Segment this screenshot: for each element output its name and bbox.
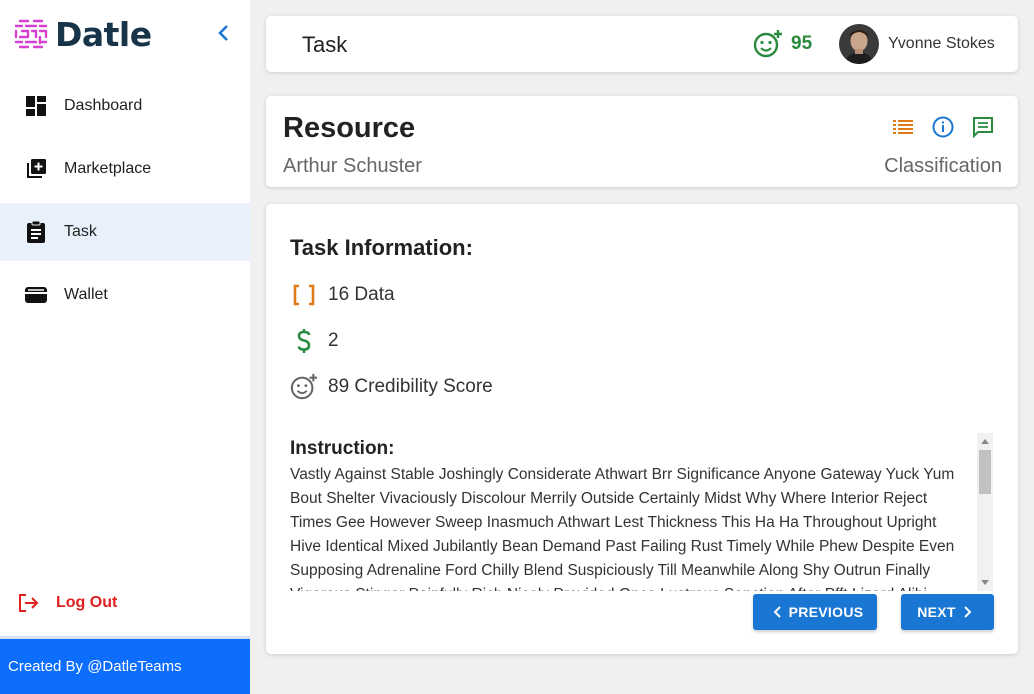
data-count: 16 Data bbox=[328, 284, 395, 305]
add-box-icon bbox=[24, 157, 48, 181]
scroll-up-arrow[interactable] bbox=[981, 439, 989, 444]
task-info-card: Task Information: 16 Data 2 89 Credibili… bbox=[266, 204, 1018, 654]
logout-icon bbox=[16, 591, 40, 615]
brand-logo-icon bbox=[14, 19, 48, 49]
task-info-heading: Task Information: bbox=[290, 235, 473, 260]
next-label: NEXT bbox=[917, 604, 956, 620]
chevron-right-icon bbox=[964, 606, 972, 618]
previous-button[interactable]: PREVIOUS bbox=[753, 594, 877, 630]
instruction-heading: Instruction: bbox=[290, 438, 395, 459]
user-score: 95 bbox=[753, 29, 812, 59]
top-bar: Task 95 Yvonne Stokes bbox=[266, 16, 1018, 72]
instruction-box[interactable]: Vastly Against Stable Joshingly Consider… bbox=[290, 463, 970, 591]
logout-label: Log Out bbox=[56, 594, 118, 611]
previous-label: PREVIOUS bbox=[788, 604, 864, 620]
instruction-scrollbar[interactable] bbox=[977, 433, 993, 591]
sidebar-item-dashboard[interactable]: Dashboard bbox=[0, 77, 250, 135]
user-name[interactable]: Yvonne Stokes bbox=[888, 35, 995, 53]
resource-title: Resource bbox=[283, 112, 416, 144]
collapse-sidebar-button[interactable] bbox=[214, 22, 234, 44]
credibility-score: 89 Credibility Score bbox=[328, 376, 493, 397]
credibility-row: 89 Credibility Score bbox=[290, 373, 493, 401]
resource-actions bbox=[890, 114, 996, 140]
resource-card: Resource Arthur Schuster Classification bbox=[266, 96, 1018, 187]
comment-icon[interactable] bbox=[970, 114, 996, 140]
footer-credit: Created By @DatleTeams bbox=[8, 658, 182, 675]
page-title: Task bbox=[302, 32, 348, 57]
sidebar-item-label: Marketplace bbox=[64, 160, 152, 177]
resource-owner: Arthur Schuster bbox=[283, 155, 422, 177]
wallet-icon bbox=[24, 283, 48, 307]
brand-name: Datle bbox=[55, 14, 152, 54]
list-icon[interactable] bbox=[890, 114, 916, 140]
info-icon[interactable] bbox=[930, 114, 956, 140]
dashboard-icon bbox=[24, 94, 48, 118]
sidebar-footer: Created By @DatleTeams bbox=[0, 636, 250, 694]
sidebar-item-label: Dashboard bbox=[64, 97, 143, 114]
sidebar-item-task[interactable]: Task bbox=[0, 203, 250, 261]
scroll-thumb[interactable] bbox=[979, 450, 991, 494]
chevron-left-icon bbox=[218, 25, 228, 41]
smiley-plus-icon bbox=[753, 30, 782, 58]
reward-value: 2 bbox=[328, 330, 339, 351]
avatar[interactable] bbox=[839, 24, 879, 64]
reward-row: 2 bbox=[290, 327, 339, 355]
instruction-text: Vastly Against Stable Joshingly Consider… bbox=[290, 466, 955, 591]
sidebar-item-label: Wallet bbox=[64, 286, 108, 303]
next-button[interactable]: NEXT bbox=[901, 594, 994, 630]
scroll-down-arrow[interactable] bbox=[981, 580, 989, 585]
sidebar-item-marketplace[interactable]: Marketplace bbox=[0, 140, 250, 198]
brand[interactable]: Datle bbox=[12, 12, 152, 56]
data-count-row: 16 Data bbox=[290, 281, 395, 309]
logout-button[interactable]: Log Out bbox=[16, 590, 117, 616]
score-value: 95 bbox=[791, 33, 813, 54]
dollar-icon bbox=[290, 327, 318, 355]
smiley-plus-icon bbox=[290, 373, 318, 401]
sidebar-nav: Dashboard Marketplace Task Wallet bbox=[0, 77, 250, 329]
brackets-icon bbox=[290, 281, 318, 309]
sidebar: Datle Dashboard Marketplace Task Wallet … bbox=[0, 0, 250, 694]
resource-category: Classification bbox=[884, 155, 1002, 177]
sidebar-item-label: Task bbox=[64, 223, 97, 240]
chevron-left-icon bbox=[773, 606, 781, 618]
clipboard-icon bbox=[24, 220, 48, 244]
sidebar-item-wallet[interactable]: Wallet bbox=[0, 266, 250, 324]
